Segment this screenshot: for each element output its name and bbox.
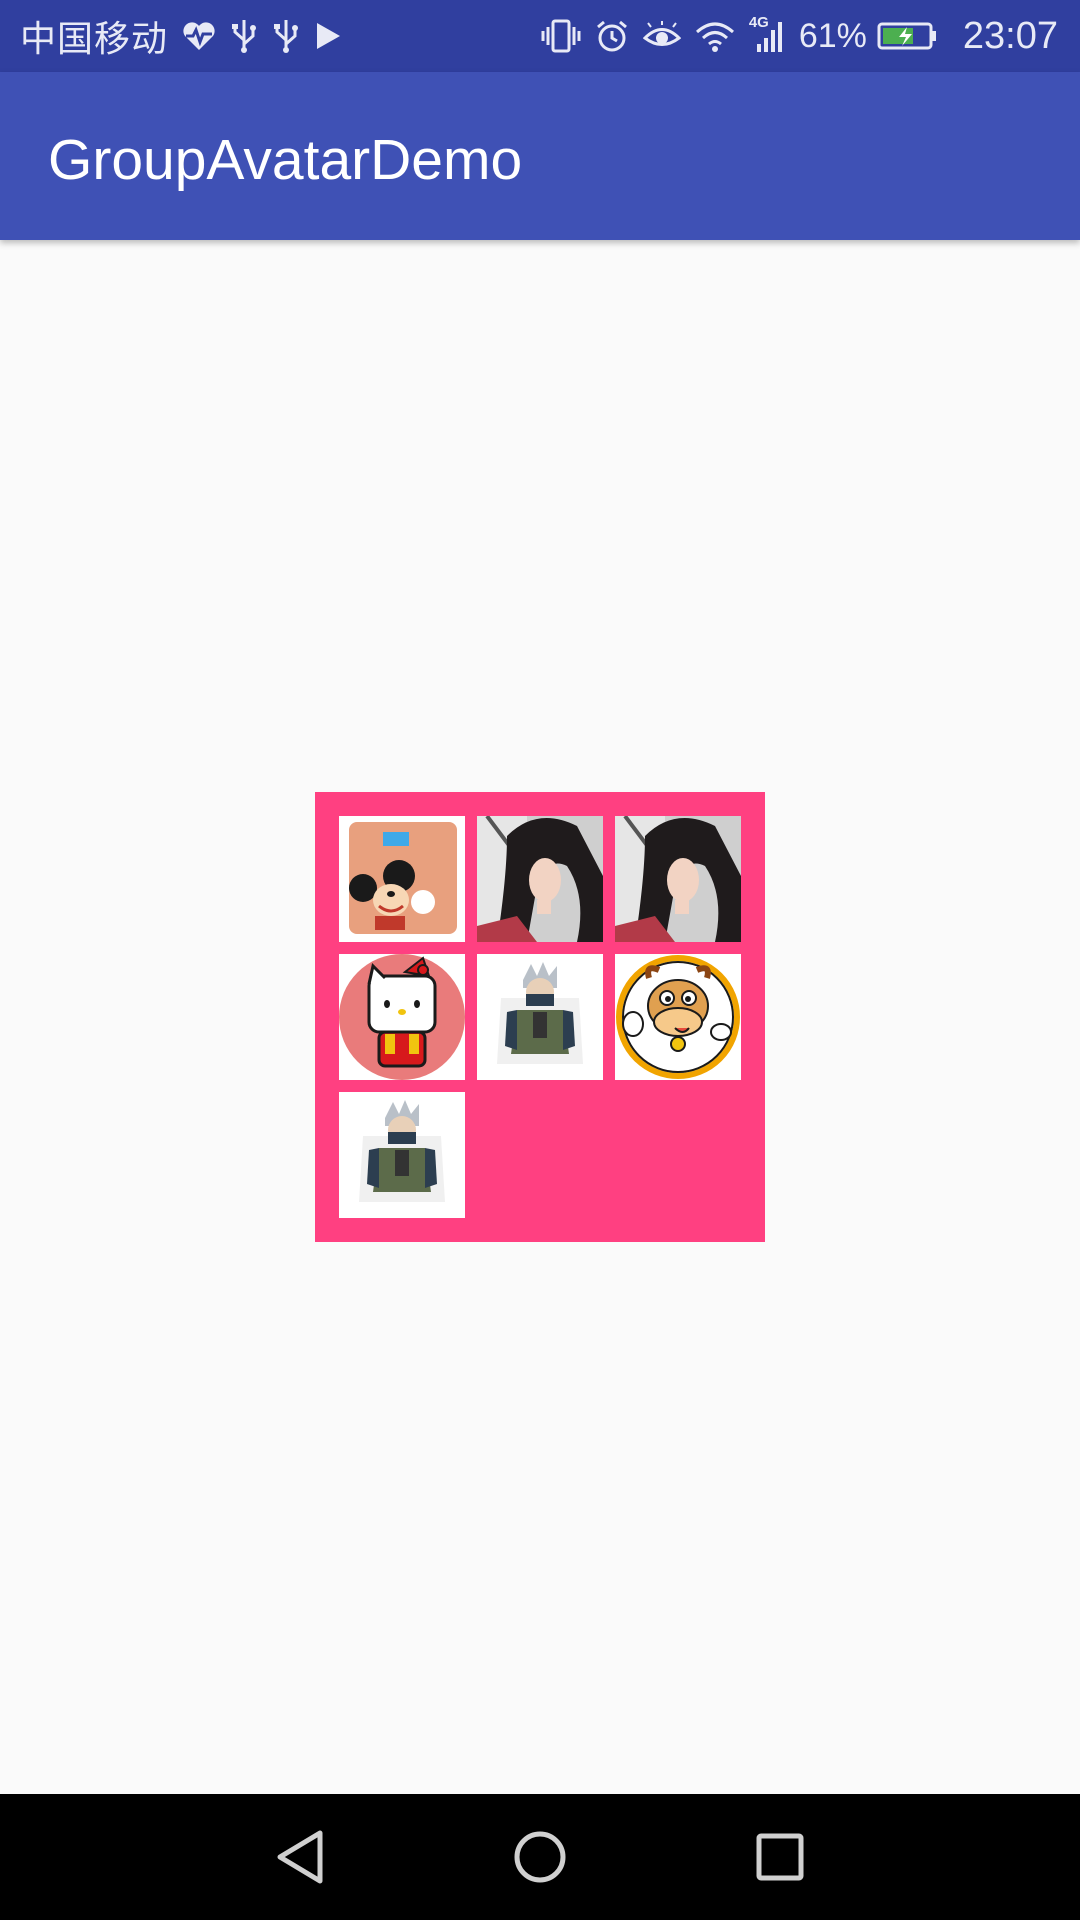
usb-icon bbox=[272, 18, 300, 54]
recents-icon bbox=[756, 1833, 804, 1881]
play-icon bbox=[314, 21, 342, 51]
woman-portrait-image bbox=[477, 816, 603, 942]
home-button[interactable] bbox=[507, 1824, 573, 1890]
avatar-tile-woman-portrait bbox=[477, 816, 603, 942]
signal-icon: 4G bbox=[749, 14, 785, 54]
navigation-bar bbox=[0, 1794, 1080, 1920]
alarm-icon bbox=[595, 19, 629, 53]
clock: 23:07 bbox=[962, 14, 1058, 57]
back-button[interactable] bbox=[267, 1824, 333, 1890]
hello-kitty-image bbox=[339, 954, 465, 1080]
woman-portrait-image bbox=[615, 816, 741, 942]
avatar-tile-woman-portrait bbox=[615, 816, 741, 942]
kakashi-figure-image bbox=[477, 954, 603, 1080]
avatar-tile-kakashi-figure bbox=[339, 1092, 465, 1218]
status-bar: 中国移动 4G 61% 23:07 bbox=[0, 0, 1080, 72]
network-type-label: 4G bbox=[748, 14, 769, 31]
heart-pulse-icon bbox=[182, 21, 216, 51]
avatar-tile-hello-kitty bbox=[339, 954, 465, 1080]
carrier-name: 中国移动 bbox=[20, 19, 169, 60]
avatar-tile-kakashi-figure bbox=[477, 954, 603, 1080]
app-bar: GroupAvatarDemo bbox=[0, 72, 1080, 240]
avatar-tile-mickey-scale bbox=[339, 816, 465, 942]
vibrate-icon bbox=[541, 19, 581, 53]
wifi-icon bbox=[695, 20, 735, 52]
battery-charging-icon bbox=[877, 22, 937, 50]
usb-icon bbox=[230, 18, 258, 54]
app-title: GroupAvatarDemo bbox=[48, 128, 523, 192]
battery-percent: 61% bbox=[798, 16, 867, 55]
mickey-scale-image bbox=[339, 816, 465, 942]
status-left: 中国移动 bbox=[20, 10, 541, 62]
cartoon-cow-image bbox=[615, 954, 741, 1080]
group-avatar bbox=[315, 792, 765, 1242]
back-icon bbox=[277, 1830, 323, 1884]
recents-button[interactable] bbox=[747, 1824, 813, 1890]
status-right: 4G 61% 23:07 bbox=[541, 14, 1058, 58]
home-icon bbox=[514, 1831, 566, 1883]
eye-icon bbox=[642, 21, 681, 51]
kakashi-figure-image bbox=[339, 1092, 465, 1218]
avatar-tile-cartoon-cow bbox=[615, 954, 741, 1080]
